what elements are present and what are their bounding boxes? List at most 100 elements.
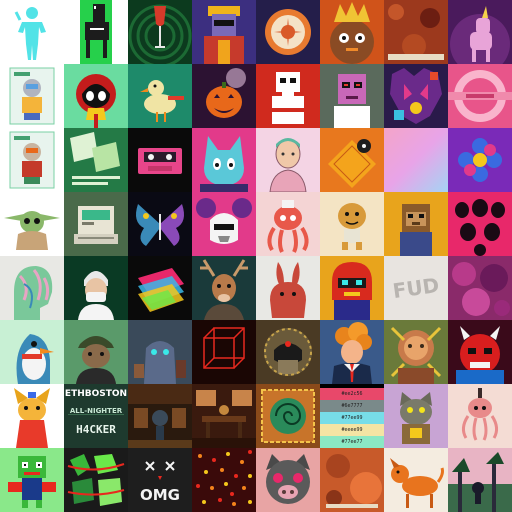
green-computer-image	[64, 192, 128, 256]
tile-purple-fox-collage	[384, 64, 448, 128]
marble-head-image	[0, 256, 64, 320]
duck-hood-character-image	[64, 64, 128, 128]
fox-helmet-image	[256, 320, 320, 384]
forest-scene-image	[448, 448, 512, 512]
silver-robot-card-2-image	[0, 128, 64, 192]
cyan-figure-image	[0, 0, 64, 64]
pink-abstract-image	[448, 64, 512, 128]
masked-man-image	[64, 256, 128, 320]
yellow-duck-image	[128, 64, 192, 128]
tile-red-cube-wireframe	[192, 320, 256, 384]
pink-unicorn-image	[448, 0, 512, 64]
pig-mask-image	[256, 448, 320, 512]
sketch-portrait-image	[256, 128, 320, 192]
red-helmet-robot-image	[320, 256, 384, 320]
tile-pixel-ape	[384, 192, 448, 256]
tile-red-helmet-robot	[320, 256, 384, 320]
orange-haired-man-image	[320, 320, 384, 384]
zebra-image	[64, 0, 128, 64]
tile-bear-cap-portrait	[64, 320, 128, 384]
orange-badge-image	[256, 0, 320, 64]
tile-ethboston-hacker: ETHBOSTON ALL-NIGHTER H4CKER	[64, 384, 128, 448]
tile-robot-portrait	[192, 0, 256, 64]
red-rabbit-image	[256, 256, 320, 320]
tile-pink-octopus	[448, 384, 512, 448]
tile-confetti-dots	[192, 448, 256, 512]
tile-penguin	[0, 320, 64, 384]
tile-pumpkin-head-portrait	[192, 64, 256, 128]
tile-mosaic-portrait	[384, 320, 448, 384]
crowned-face-image	[320, 0, 384, 64]
tile-pig-mask	[256, 448, 320, 512]
tile-silver-robot-card-2	[0, 128, 64, 192]
tile-marble-head	[0, 256, 64, 320]
palette-swatch-1: #ee2c56	[320, 388, 384, 400]
palette-swatch-4: #eeee99	[320, 424, 384, 436]
red-octopus-image	[256, 192, 320, 256]
purple-rock-image	[448, 256, 512, 320]
tile-green-money-ad	[64, 128, 128, 192]
tile-hex-palette: #ee2c56 #6e7777 #77ee99 #eeee99 #77ee77	[320, 384, 384, 448]
pumpkin-doll-image	[320, 192, 384, 256]
tile-pastel-gradient	[384, 128, 448, 192]
tile-orange-diamond	[320, 128, 384, 192]
palette-swatch-2: #6e7777	[320, 400, 384, 412]
tile-gold-cat	[384, 384, 448, 448]
orange-dog-image	[384, 448, 448, 512]
red-oni-mask-image	[448, 320, 512, 384]
tile-black-orbs-pink	[448, 192, 512, 256]
palette-hex-3: #77ee99	[341, 415, 363, 421]
pink-octopus-image	[448, 384, 512, 448]
tile-duck-hood-character	[64, 64, 128, 128]
silver-robot-card-image	[0, 64, 64, 128]
blue-cat-image	[192, 128, 256, 192]
tile-dining-room	[192, 384, 256, 448]
confetti-dots-image	[192, 448, 256, 512]
dark-creature-image	[128, 320, 192, 384]
robot-portrait-image	[192, 0, 256, 64]
tile-pumpkin-doll	[320, 192, 384, 256]
white-pixel-robot-image	[256, 64, 320, 128]
dining-room-image	[192, 384, 256, 448]
tile-green-spiral-box	[256, 384, 320, 448]
tile-fud-text: FUD	[384, 256, 448, 320]
tile-wine-glass	[128, 0, 192, 64]
tile-pink-unicorn	[448, 0, 512, 64]
tile-purple-rock	[448, 256, 512, 320]
tile-rainbow-blocks	[128, 256, 192, 320]
tile-cyan-figure	[0, 0, 64, 64]
tile-white-pixel-robot	[256, 64, 320, 128]
tile-green-pixel-dragon	[0, 448, 64, 512]
tile-deer-portrait	[192, 256, 256, 320]
pixel-text-texture-image	[384, 0, 448, 64]
palette-hex-2: #6e7777	[341, 403, 363, 409]
baby-alien-image	[0, 192, 64, 256]
bear-cap-portrait-image	[64, 320, 128, 384]
tile-purple-flower	[448, 128, 512, 192]
palette-hex-4: #eeee99	[341, 427, 363, 433]
tile-baby-alien	[0, 192, 64, 256]
fox-costume-image	[0, 384, 64, 448]
tile-fox-helmet	[256, 320, 320, 384]
palette-swatch-3: #77ee99	[320, 412, 384, 424]
tile-butterfly	[128, 192, 192, 256]
tile-yellow-duck	[128, 64, 192, 128]
pink-pixel-punk-image	[320, 64, 384, 128]
purple-flower-image	[448, 128, 512, 192]
tile-fox-costume	[0, 384, 64, 448]
tile-pink-pixel-punk	[320, 64, 384, 128]
orange-diamond-image	[320, 128, 384, 192]
tile-black-zebra	[64, 0, 128, 64]
orange-dot-texture-image	[320, 448, 384, 512]
red-cube-image	[192, 320, 256, 384]
tile-dark-creature	[128, 320, 192, 384]
tile-pink-abstract	[448, 64, 512, 128]
tile-forest-scene	[448, 448, 512, 512]
pumpkin-head-image	[192, 64, 256, 128]
palette-swatch-5: #77ee77	[320, 436, 384, 448]
purple-fox-collage-image	[384, 64, 448, 128]
tile-graffiti-bird	[64, 448, 128, 512]
green-spiral-box-image	[256, 384, 320, 448]
tile-orange-badge	[256, 0, 320, 64]
tile-green-computer	[64, 192, 128, 256]
